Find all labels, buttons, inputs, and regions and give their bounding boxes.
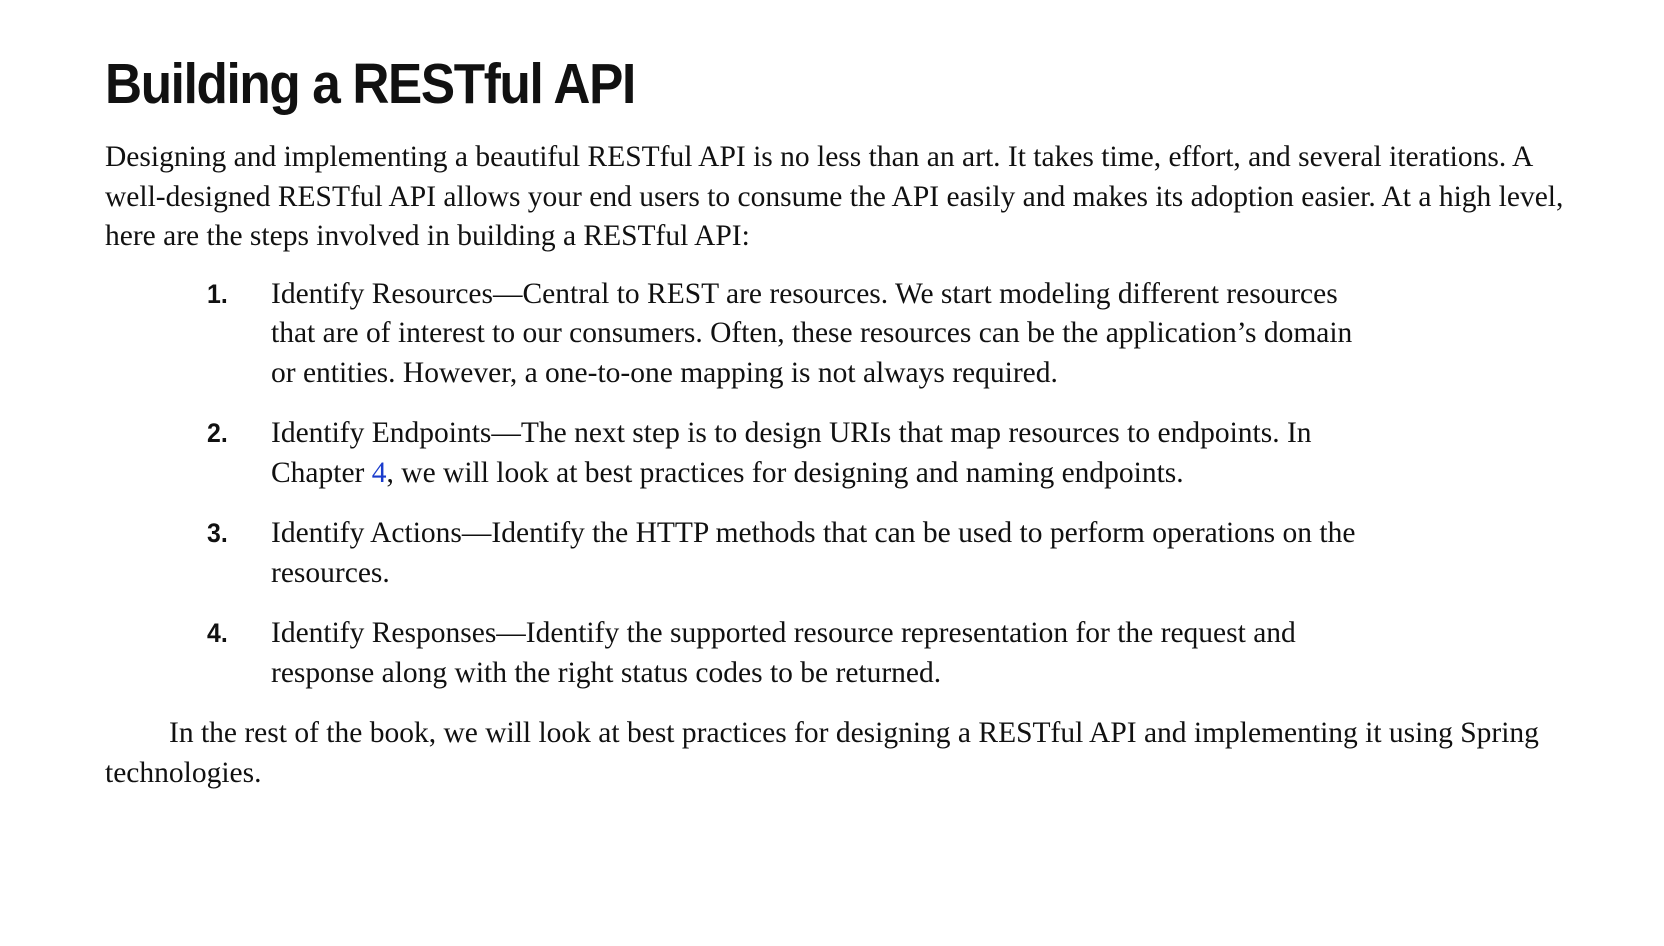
list-item-identify-responses: 4. Identify Responses—Identify the suppo… [105, 614, 1575, 693]
list-item-number: 1. [207, 278, 228, 309]
list-item-text: Identify Resources—Central to REST are r… [271, 277, 1353, 389]
list-item-number: 2. [207, 418, 228, 448]
list-item-text: Identify Endpoints—The next step is to d… [271, 414, 1381, 493]
list-item-identify-resources: 1. Identify Resources—Central to REST ar… [105, 275, 1575, 394]
list-item-number: 4. [207, 618, 228, 648]
intro-paragraph: Designing and implementing a beautiful R… [105, 141, 1564, 252]
section-heading: Building a RESTful API [105, 52, 636, 116]
chapter-link[interactable]: 4 [372, 457, 387, 489]
steps-list: 1. Identify Resources—Central to REST ar… [105, 275, 1575, 694]
list-item-text: Identify Actions—Identify the HTTP metho… [271, 517, 1356, 589]
list-item-number: 3. [207, 518, 228, 548]
list-item-text: Identify Responses—Identify the supporte… [271, 617, 1296, 689]
list-item-identify-endpoints: 2. Identify Endpoints—The next step is t… [105, 414, 1575, 493]
document-page: Building a RESTful API Designing and imp… [105, 48, 1575, 793]
list-item-text-after-link: , we will look at best practices for des… [386, 456, 1184, 489]
closing-paragraph: In the rest of the book, we will look at… [105, 717, 1539, 789]
list-item-identify-actions: 3. Identify Actions—Identify the HTTP me… [105, 514, 1575, 593]
